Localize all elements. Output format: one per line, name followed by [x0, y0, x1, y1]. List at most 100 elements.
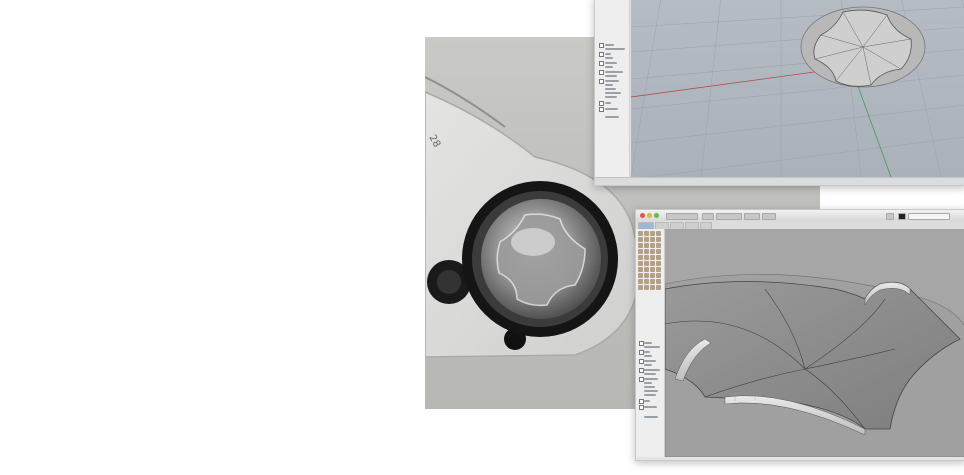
layer-item[interactable] — [644, 369, 660, 371]
tool-icon[interactable] — [656, 249, 661, 254]
tool-icon[interactable] — [644, 249, 649, 254]
tool-palette[interactable] — [638, 231, 662, 290]
toolbar-button[interactable] — [716, 213, 742, 220]
tool-icon[interactable] — [650, 237, 655, 242]
tool-icon[interactable] — [644, 231, 649, 236]
tool-icon[interactable] — [644, 279, 649, 284]
layer-item[interactable] — [605, 116, 619, 118]
tool-icon[interactable] — [656, 285, 661, 290]
cad-window-top[interactable] — [594, 0, 964, 186]
tool-icon[interactable] — [644, 267, 649, 272]
layer-item[interactable] — [644, 416, 658, 418]
tool-icon[interactable] — [650, 231, 655, 236]
tool-icon[interactable] — [656, 231, 661, 236]
layer-item[interactable] — [605, 88, 616, 90]
layer-item[interactable] — [644, 351, 650, 353]
tool-icon[interactable] — [638, 261, 643, 266]
zoom-button[interactable] — [654, 213, 659, 218]
tool-icon[interactable] — [650, 243, 655, 248]
tool-icon[interactable] — [656, 261, 661, 266]
layer-checkbox[interactable] — [599, 70, 604, 75]
viewport-canvas[interactable] — [631, 0, 964, 177]
layer-checkbox[interactable] — [599, 101, 604, 106]
layer-item[interactable] — [644, 364, 652, 366]
tool-icon[interactable] — [650, 267, 655, 272]
layer-item[interactable] — [644, 406, 657, 408]
tool-icon[interactable] — [638, 273, 643, 278]
tool-icon[interactable] — [638, 255, 643, 260]
tool-icon[interactable] — [638, 267, 643, 272]
layer-item[interactable] — [605, 53, 611, 55]
layer-checkbox[interactable] — [599, 107, 604, 112]
layer-item[interactable] — [644, 382, 652, 384]
minimize-button[interactable] — [647, 213, 652, 218]
tool-icon[interactable] — [644, 237, 649, 242]
layer-item[interactable] — [605, 80, 619, 82]
tool-icon[interactable] — [656, 273, 661, 278]
tool-icon[interactable] — [638, 231, 643, 236]
tool-icon[interactable] — [638, 237, 643, 242]
layer-item[interactable] — [644, 373, 656, 375]
cad-window-bottom[interactable] — [635, 209, 964, 461]
layer-item[interactable] — [605, 75, 617, 77]
tool-icon[interactable] — [644, 273, 649, 278]
close-button[interactable] — [640, 213, 645, 218]
layer-item[interactable] — [644, 346, 660, 348]
tools-panel[interactable] — [636, 229, 665, 457]
layer-item[interactable] — [644, 390, 658, 392]
tool-icon[interactable] — [650, 285, 655, 290]
tool-icon[interactable] — [650, 273, 655, 278]
layer-item[interactable] — [605, 66, 613, 68]
tool-icon[interactable] — [644, 243, 649, 248]
tool-icon[interactable] — [650, 255, 655, 260]
layer-item[interactable] — [605, 84, 613, 86]
viewport-canvas[interactable] — [665, 229, 964, 457]
tool-icon[interactable] — [638, 285, 643, 290]
tool-icon[interactable] — [656, 267, 661, 272]
tool-icon[interactable] — [638, 243, 643, 248]
tool-icon[interactable] — [644, 285, 649, 290]
toolbar-button[interactable] — [762, 213, 776, 220]
tool-icon[interactable] — [656, 255, 661, 260]
layer-item[interactable] — [605, 92, 621, 94]
layer-item[interactable] — [605, 102, 611, 104]
toolbar-button[interactable] — [744, 213, 760, 220]
toolbar-button[interactable] — [886, 213, 894, 220]
layer-item[interactable] — [644, 355, 652, 357]
layer-item[interactable] — [605, 57, 613, 59]
layer-checkbox[interactable] — [599, 52, 604, 57]
layer-item[interactable] — [644, 378, 658, 380]
tool-icon[interactable] — [644, 255, 649, 260]
layer-item[interactable] — [605, 48, 625, 50]
tool-icon[interactable] — [656, 279, 661, 284]
layer-checkbox[interactable] — [599, 61, 604, 66]
tool-icon[interactable] — [656, 237, 661, 242]
color-swatch[interactable] — [898, 213, 906, 220]
toolbar-button[interactable] — [666, 213, 698, 220]
tool-icon[interactable] — [638, 249, 643, 254]
layer-item[interactable] — [644, 342, 652, 344]
layer-item[interactable] — [605, 62, 617, 64]
layer-item[interactable] — [644, 400, 650, 402]
layer-item[interactable] — [644, 386, 655, 388]
tool-icon[interactable] — [650, 249, 655, 254]
layer-item[interactable] — [644, 360, 656, 362]
layer-item[interactable] — [605, 96, 617, 98]
tool-icon[interactable] — [650, 279, 655, 284]
layer-checkbox[interactable] — [599, 79, 604, 84]
search-input[interactable] — [908, 213, 950, 220]
tool-icon[interactable] — [638, 279, 643, 284]
viewport-perspective[interactable] — [665, 229, 964, 457]
viewport-perspective[interactable] — [631, 0, 964, 177]
layer-checkbox[interactable] — [599, 43, 604, 48]
layers-panel[interactable] — [595, 0, 630, 177]
tool-icon[interactable] — [644, 261, 649, 266]
tool-icon[interactable] — [650, 261, 655, 266]
layer-item[interactable] — [644, 394, 656, 396]
layer-item[interactable] — [605, 71, 623, 73]
model-top-view[interactable] — [800, 6, 926, 88]
tool-icon[interactable] — [656, 243, 661, 248]
layer-item[interactable] — [605, 44, 614, 46]
toolbar-button[interactable] — [702, 213, 714, 220]
layer-item[interactable] — [605, 108, 618, 110]
